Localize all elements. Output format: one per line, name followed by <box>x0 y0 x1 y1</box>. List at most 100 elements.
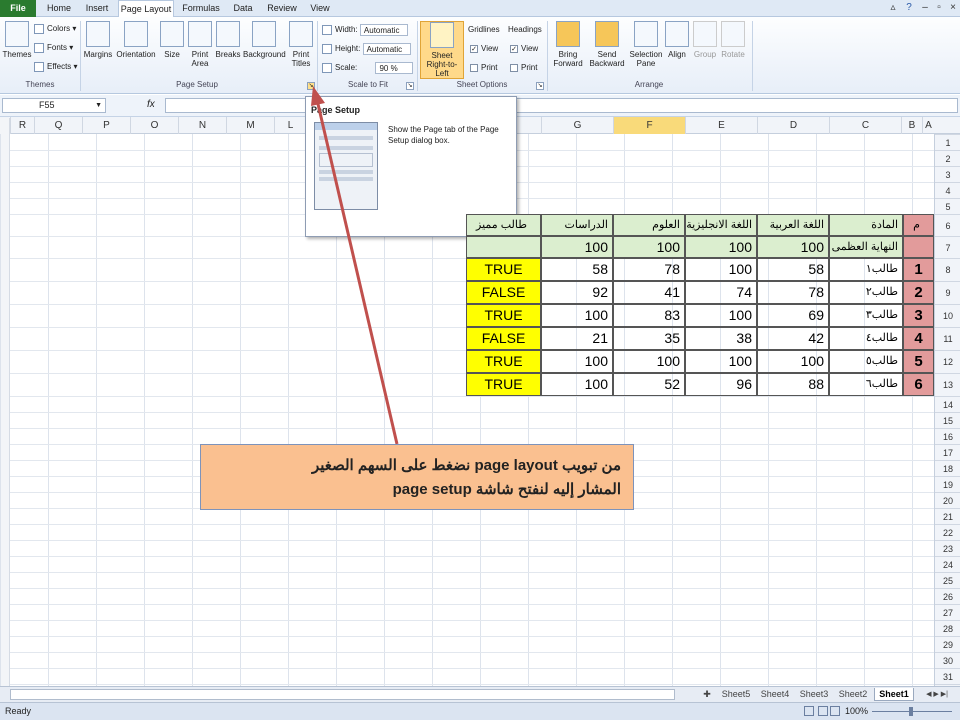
row-header-15[interactable]: 15 <box>935 412 960 428</box>
cell-student-name[interactable]: طالب٦ <box>829 373 903 396</box>
rotate-button[interactable]: Rotate <box>720 21 746 77</box>
group-button[interactable]: Group <box>691 21 719 77</box>
name-box[interactable]: F55 ▼ <box>2 98 106 113</box>
cell-student-name[interactable]: طالب١ <box>829 258 903 281</box>
size-button[interactable]: Size <box>159 21 185 77</box>
insert-sheet-icon[interactable]: ✚ <box>700 688 714 701</box>
cell-arabic-score[interactable]: 58 <box>757 258 829 281</box>
column-header-d[interactable]: D <box>757 117 829 134</box>
cell-arabic-score[interactable]: 100 <box>757 350 829 373</box>
column-header-e[interactable]: E <box>685 117 757 134</box>
breaks-button[interactable]: Breaks <box>214 21 242 77</box>
row-header-10[interactable]: 10 <box>935 304 960 327</box>
cell-header-subject[interactable]: المادة <box>829 214 903 236</box>
align-button[interactable]: Align <box>665 21 689 77</box>
cell-distinguished-flag[interactable]: TRUE <box>466 304 541 327</box>
column-header-c[interactable]: C <box>829 117 901 134</box>
height-dropdown[interactable]: Automatic <box>362 42 411 55</box>
formula-input[interactable] <box>165 98 958 113</box>
sheet-navigation-icon[interactable]: ◀ ▶ ▶| <box>916 688 958 701</box>
column-header-o[interactable]: O <box>130 117 178 134</box>
cell-student-index[interactable]: 6 <box>903 373 934 396</box>
cell-english-score[interactable]: 100 <box>685 304 757 327</box>
row-header-18[interactable]: 18 <box>935 460 960 476</box>
cell-header-index-cont[interactable] <box>903 236 934 258</box>
row-header-31[interactable]: 31 <box>935 668 960 684</box>
cell-distinguished-flag[interactable]: FALSE <box>466 327 541 350</box>
cell-student-name[interactable]: طالب٢ <box>829 281 903 304</box>
row-header-21[interactable]: 21 <box>935 508 960 524</box>
row-header-30[interactable]: 30 <box>935 652 960 668</box>
headings-print-checkbox[interactable]: Print <box>510 61 537 75</box>
background-button[interactable]: Background <box>243 21 286 77</box>
tab-file[interactable]: File <box>0 0 36 17</box>
cell-science-score[interactable]: 100 <box>613 350 685 373</box>
column-header-m[interactable]: M <box>226 117 274 134</box>
cell-max-english[interactable]: 100 <box>685 236 757 258</box>
cell-arabic-score[interactable]: 42 <box>757 327 829 350</box>
row-header-13[interactable]: 13 <box>935 373 960 396</box>
cell-header-distinguished[interactable]: طالب مميز <box>466 214 541 236</box>
cell-header-science[interactable]: العلوم <box>613 214 685 236</box>
tab-data[interactable]: Data <box>226 0 260 17</box>
cell-student-index[interactable]: 2 <box>903 281 934 304</box>
cell-student-index[interactable]: 4 <box>903 327 934 350</box>
print-titles-button[interactable]: Print Titles <box>287 21 315 77</box>
colors-button[interactable]: Colors ▾ <box>34 22 76 36</box>
cell-header-distinguished-cont[interactable] <box>466 236 541 258</box>
cell-student-index[interactable]: 5 <box>903 350 934 373</box>
row-header-19[interactable]: 19 <box>935 476 960 492</box>
width-dropdown[interactable]: Automatic <box>359 23 408 36</box>
row-header-20[interactable]: 20 <box>935 492 960 508</box>
cell-social-score[interactable]: 21 <box>541 327 613 350</box>
tab-formulas[interactable]: Formulas <box>180 0 222 17</box>
row-header-16[interactable]: 16 <box>935 428 960 444</box>
page-layout-view-icon[interactable] <box>818 706 828 716</box>
cell-distinguished-flag[interactable]: TRUE <box>466 350 541 373</box>
page-setup-launcher-icon[interactable]: ↘ <box>307 82 315 90</box>
column-header-n[interactable]: N <box>178 117 226 134</box>
scale-to-fit-launcher-icon[interactable]: ↘ <box>406 82 414 90</box>
row-header-11[interactable]: 11 <box>935 327 960 350</box>
column-header-b[interactable]: B <box>901 117 922 134</box>
row-header-6[interactable]: 6 <box>935 214 960 236</box>
margins-button[interactable]: Margins <box>82 21 114 77</box>
headings-view-checkbox[interactable]: ✓ View <box>510 42 538 56</box>
sheet-tab-sheet4[interactable]: Sheet4 <box>757 688 793 701</box>
cell-header-social-studies[interactable]: الدراسات <box>541 214 613 236</box>
row-header-26[interactable]: 26 <box>935 588 960 604</box>
horizontal-scrollbar[interactable] <box>10 689 675 700</box>
row-header-9[interactable]: 9 <box>935 281 960 304</box>
cell-distinguished-flag[interactable]: TRUE <box>466 258 541 281</box>
row-header-25[interactable]: 25 <box>935 572 960 588</box>
row-header-28[interactable]: 28 <box>935 620 960 636</box>
cell-student-name[interactable]: طالب٥ <box>829 350 903 373</box>
sheet-tab-sheet1[interactable]: Sheet1 <box>874 688 914 701</box>
row-header-2[interactable]: 2 <box>935 150 960 166</box>
row-header-29[interactable]: 29 <box>935 636 960 652</box>
cell-max-social[interactable]: 100 <box>541 236 613 258</box>
cell-social-score[interactable]: 92 <box>541 281 613 304</box>
cell-english-score[interactable]: 74 <box>685 281 757 304</box>
row-header-5[interactable]: 5 <box>935 198 960 214</box>
effects-button[interactable]: Effects ▾ <box>34 60 78 74</box>
window-minimize-icon[interactable]: – <box>918 1 932 15</box>
row-header-1[interactable]: 1 <box>935 134 960 150</box>
insert-function-icon[interactable]: fx <box>147 99 155 110</box>
cell-max-science[interactable]: 100 <box>613 236 685 258</box>
tab-view[interactable]: View <box>304 0 336 17</box>
column-header-g[interactable]: G <box>541 117 613 134</box>
row-header-23[interactable]: 23 <box>935 540 960 556</box>
cell-arabic-score[interactable]: 69 <box>757 304 829 327</box>
cell-science-score[interactable]: 52 <box>613 373 685 396</box>
tab-home[interactable]: Home <box>40 0 78 17</box>
row-header-3[interactable]: 3 <box>935 166 960 182</box>
cell-science-score[interactable]: 83 <box>613 304 685 327</box>
bring-forward-button[interactable]: Bring Forward <box>549 21 587 77</box>
row-header-8[interactable]: 8 <box>935 258 960 281</box>
cell-social-score[interactable]: 58 <box>541 258 613 281</box>
zoom-slider-thumb[interactable] <box>909 707 913 716</box>
cell-max-arabic[interactable]: 100 <box>757 236 829 258</box>
window-close-icon[interactable]: × <box>946 1 960 15</box>
row-header-7[interactable]: 7 <box>935 236 960 258</box>
